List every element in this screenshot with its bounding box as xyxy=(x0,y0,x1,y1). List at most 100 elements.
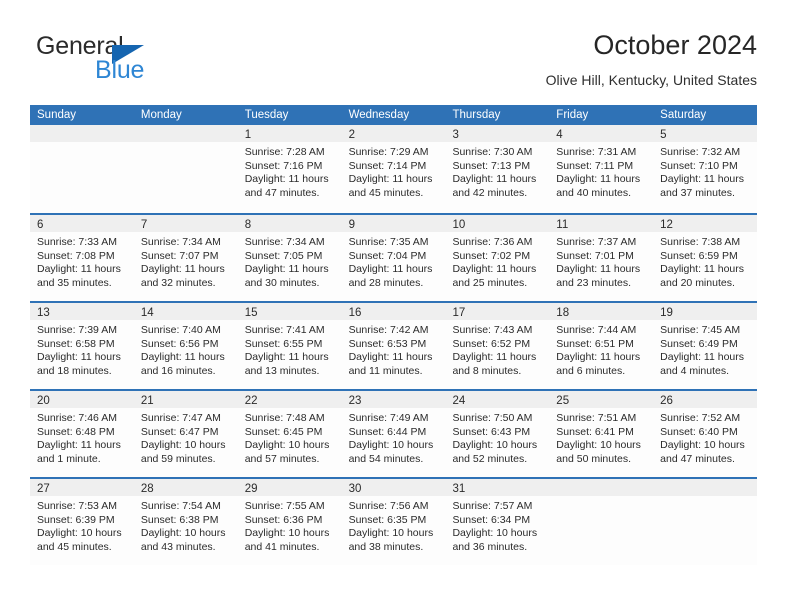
day-detail-line: Daylight: 11 hours xyxy=(37,439,121,452)
calendar-day-cell[interactable]: 26 Sunrise: 7:52 AM Sunset: 6:40 PM Dayligh… xyxy=(653,391,758,477)
calendar-day-cell[interactable]: 12 Sunrise: 7:38 AM Sunset: 6:59 PM Dayligh… xyxy=(653,215,758,301)
page-header: General Blue October 2024 Olive Hill, Ke… xyxy=(30,28,757,100)
day-detail-line: Sunrise: 7:52 AM xyxy=(660,412,741,424)
day-detail-line: Sunset: 7:14 PM xyxy=(348,159,427,172)
day-detail-line: Daylight: 10 hours xyxy=(140,439,226,452)
day-number-band: 1 xyxy=(237,125,342,142)
day-detail-line: Sunrise: 7:51 AM xyxy=(556,412,637,424)
day-detail-line: Sunrise: 7:34 AM xyxy=(140,236,221,248)
day-number: 21 xyxy=(140,395,154,407)
weekday-header-monday: Monday xyxy=(140,109,182,121)
day-detail-line: Sunrise: 7:46 AM xyxy=(37,412,117,424)
day-detail-line: Sunrise: 7:37 AM xyxy=(556,236,637,248)
calendar-day-cell[interactable]: 24 Sunrise: 7:50 AM Sunset: 6:43 PM Dayligh… xyxy=(445,391,550,477)
day-detail-line: Sunrise: 7:55 AM xyxy=(244,500,325,512)
day-number: 16 xyxy=(348,307,362,319)
day-number: 26 xyxy=(660,395,673,407)
calendar-day-cell[interactable]: 6 Sunrise: 7:33 AM Sunset: 7:08 PM Daylight… xyxy=(30,215,134,301)
day-detail-line: and 59 minutes. xyxy=(140,452,216,465)
calendar-day-cell[interactable]: 31 Sunrise: 7:57 AM Sunset: 6:34 PM Dayligh… xyxy=(445,479,550,565)
calendar-day-cell[interactable]: 8 Sunrise: 7:34 AM Sunset: 7:05 PM Daylight… xyxy=(237,215,342,301)
day-number-band: 25 xyxy=(549,391,654,408)
day-number: 7 xyxy=(140,219,148,231)
day-detail-line: Sunrise: 7:47 AM xyxy=(140,412,221,424)
day-detail-line: and 47 minutes. xyxy=(660,452,735,465)
day-details: Sunrise: 7:44 AM Sunset: 6:51 PM Daylight:… xyxy=(549,320,653,378)
calendar-day-cell[interactable]: 11 Sunrise: 7:37 AM Sunset: 7:01 PM Dayligh… xyxy=(549,215,654,301)
calendar-week-row: 1 Sunrise: 7:28 AM Sunset: 7:16 PM Daylight… xyxy=(30,125,758,213)
day-details: Sunrise: 7:36 AM Sunset: 7:02 PM Daylight:… xyxy=(445,232,549,290)
day-details: Sunrise: 7:55 AM Sunset: 6:36 PM Daylight:… xyxy=(238,496,342,554)
day-detail-line: Daylight: 11 hours xyxy=(244,351,329,364)
day-details: Sunrise: 7:54 AM Sunset: 6:38 PM Daylight:… xyxy=(134,496,238,554)
weekday-header-sunday: Sunday xyxy=(37,109,77,121)
day-detail-line: Sunset: 7:05 PM xyxy=(244,249,323,262)
calendar-day-cell[interactable]: 14 Sunrise: 7:40 AM Sunset: 6:56 PM Dayligh… xyxy=(133,303,238,389)
day-number: 9 xyxy=(348,219,355,231)
calendar-day-cell[interactable]: 16 Sunrise: 7:42 AM Sunset: 6:53 PM Dayligh… xyxy=(341,303,446,389)
day-number-band: 14 xyxy=(133,303,238,320)
calendar-day-cell[interactable]: 15 Sunrise: 7:41 AM Sunset: 6:55 PM Dayligh… xyxy=(237,303,342,389)
calendar-day-cell[interactable]: 7 Sunrise: 7:34 AM Sunset: 7:07 PM Daylight… xyxy=(133,215,238,301)
day-detail-line: Sunrise: 7:36 AM xyxy=(452,236,533,248)
calendar-day-cell[interactable]: 29 Sunrise: 7:55 AM Sunset: 6:36 PM Dayligh… xyxy=(237,479,342,565)
day-detail-line: Sunrise: 7:56 AM xyxy=(348,500,429,512)
calendar-day-cell[interactable]: 1 Sunrise: 7:28 AM Sunset: 7:16 PM Daylight… xyxy=(237,125,342,213)
calendar-day-cell[interactable]: 4 Sunrise: 7:31 AM Sunset: 7:11 PM Daylight… xyxy=(549,125,654,213)
day-detail-line: Sunset: 6:56 PM xyxy=(140,337,219,350)
calendar-day-cell[interactable]: 18 Sunrise: 7:44 AM Sunset: 6:51 PM Dayligh… xyxy=(549,303,654,389)
day-details: Sunrise: 7:30 AM Sunset: 7:13 PM Daylight:… xyxy=(445,142,549,200)
calendar-day-cell[interactable]: 30 Sunrise: 7:56 AM Sunset: 6:35 PM Dayligh… xyxy=(341,479,446,565)
day-details: Sunrise: 7:50 AM Sunset: 6:43 PM Daylight:… xyxy=(445,408,549,466)
day-detail-line: and 43 minutes. xyxy=(140,540,216,553)
weekday-header-wednesday: Wednesday xyxy=(348,109,410,121)
calendar-day-cell[interactable]: 22 Sunrise: 7:48 AM Sunset: 6:45 PM Dayligh… xyxy=(237,391,342,477)
day-number-band: 16 xyxy=(341,303,446,320)
calendar-day-cell[interactable]: 19 Sunrise: 7:45 AM Sunset: 6:49 PM Dayligh… xyxy=(653,303,758,389)
day-detail-line: Daylight: 10 hours xyxy=(140,527,226,540)
calendar-day-cell[interactable]: 5 Sunrise: 7:32 AM Sunset: 7:10 PM Daylight… xyxy=(653,125,758,213)
day-number-band xyxy=(133,125,238,142)
day-detail-line: Sunset: 6:48 PM xyxy=(37,425,115,438)
calendar-day-cell[interactable]: 9 Sunrise: 7:35 AM Sunset: 7:04 PM Daylight… xyxy=(341,215,446,301)
day-details: Sunrise: 7:35 AM Sunset: 7:04 PM Daylight:… xyxy=(342,232,446,290)
calendar-day-cell[interactable]: 21 Sunrise: 7:47 AM Sunset: 6:47 PM Dayligh… xyxy=(133,391,238,477)
calendar-day-cell[interactable]: 25 Sunrise: 7:51 AM Sunset: 6:41 PM Dayligh… xyxy=(549,391,654,477)
day-number-band: 8 xyxy=(237,215,342,232)
calendar-day-cell[interactable]: 3 Sunrise: 7:30 AM Sunset: 7:13 PM Daylight… xyxy=(445,125,550,213)
calendar-day-cell[interactable]: 2 Sunrise: 7:29 AM Sunset: 7:14 PM Daylight… xyxy=(341,125,446,213)
day-detail-line: Sunset: 6:53 PM xyxy=(348,337,427,350)
calendar-day-cell[interactable]: 13 Sunrise: 7:39 AM Sunset: 6:58 PM Dayligh… xyxy=(30,303,134,389)
day-detail-line: Daylight: 11 hours xyxy=(452,173,537,186)
day-detail-line: and 47 minutes. xyxy=(244,186,320,199)
day-number-band: 7 xyxy=(133,215,238,232)
day-number-band: 5 xyxy=(653,125,758,142)
day-number-band: 22 xyxy=(237,391,342,408)
day-number-band: 24 xyxy=(445,391,550,408)
day-details: Sunrise: 7:56 AM Sunset: 6:35 PM Daylight:… xyxy=(342,496,446,554)
calendar-week-row: 6 Sunrise: 7:33 AM Sunset: 7:08 PM Daylight… xyxy=(30,213,758,301)
day-detail-line: Sunrise: 7:35 AM xyxy=(348,236,429,248)
day-detail-line: Daylight: 11 hours xyxy=(348,263,433,276)
calendar-day-cell[interactable]: 20 Sunrise: 7:46 AM Sunset: 6:48 PM Dayligh… xyxy=(30,391,134,477)
calendar-day-cell[interactable]: 10 Sunrise: 7:36 AM Sunset: 7:02 PM Dayligh… xyxy=(445,215,550,301)
day-number-band: 27 xyxy=(30,479,134,496)
calendar-day-cell[interactable]: 28 Sunrise: 7:54 AM Sunset: 6:38 PM Dayligh… xyxy=(133,479,238,565)
day-details: Sunrise: 7:46 AM Sunset: 6:48 PM Daylight:… xyxy=(30,408,134,466)
day-detail-line: Sunset: 6:40 PM xyxy=(660,425,738,438)
day-detail-line: Sunset: 7:04 PM xyxy=(348,249,427,262)
day-detail-line: and 1 minute. xyxy=(37,452,101,465)
day-number-band: 9 xyxy=(341,215,446,232)
day-detail-line: Sunrise: 7:39 AM xyxy=(37,324,117,336)
calendar-day-cell[interactable]: 27 Sunrise: 7:53 AM Sunset: 6:39 PM Dayligh… xyxy=(30,479,134,565)
page-title: October 2024 xyxy=(593,30,757,60)
day-details: Sunrise: 7:33 AM Sunset: 7:08 PM Daylight:… xyxy=(30,232,134,290)
calendar-day-cell[interactable]: 23 Sunrise: 7:49 AM Sunset: 6:44 PM Dayligh… xyxy=(341,391,446,477)
day-details: Sunrise: 7:45 AM Sunset: 6:49 PM Daylight:… xyxy=(653,320,757,378)
calendar-day-cell[interactable]: 17 Sunrise: 7:43 AM Sunset: 6:52 PM Dayligh… xyxy=(445,303,550,389)
day-number: 19 xyxy=(660,307,673,319)
day-detail-line: Sunset: 7:13 PM xyxy=(452,159,531,172)
day-details: Sunrise: 7:51 AM Sunset: 6:41 PM Daylight:… xyxy=(549,408,653,466)
day-number: 14 xyxy=(140,307,154,319)
day-number: 1 xyxy=(244,129,252,141)
